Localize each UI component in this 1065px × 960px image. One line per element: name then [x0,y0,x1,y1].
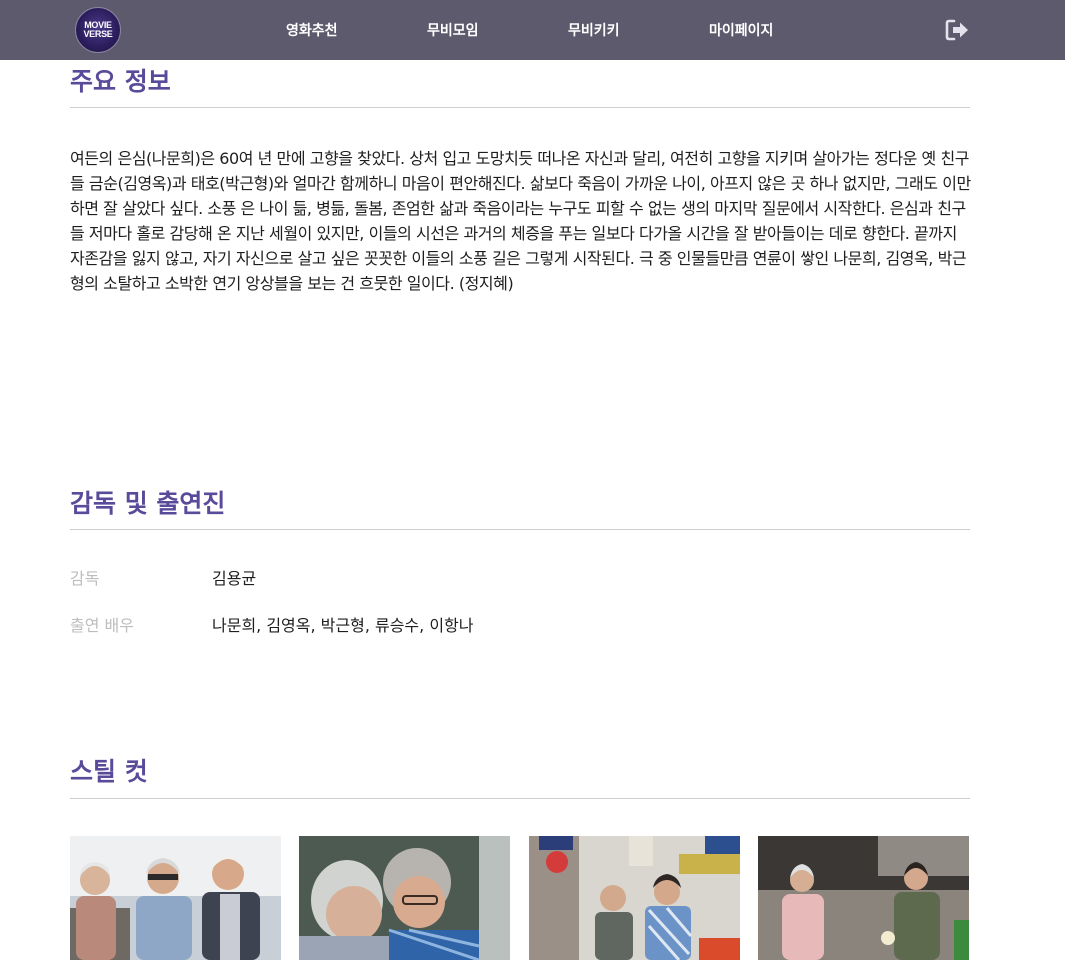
nav-item-movie-kiki[interactable]: 무비키키 [568,20,620,40]
director-label: 감독 [70,569,100,588]
nav-item-mypage[interactable]: 마이페이지 [709,20,773,40]
stills-divider [70,798,970,799]
cast-names: 나문희, 김영옥, 박근형, 류승수, 이항나 [212,616,474,635]
credits-section-title: 감독 및 출연진 [70,489,226,518]
stills-section-title: 스틸 컷 [70,757,148,786]
logo-text-line2: VERSE [83,29,113,39]
director-name: 김용균 [212,569,257,588]
top-navbar: MOVIE VERSE 영화추천 무비모임 무비키키 마이페이지 [0,0,1065,60]
movieverse-logo[interactable]: MOVIE VERSE [75,7,121,53]
synopsis-text: 여든의 은심(나문희)은 60여 년 만에 고향을 찾았다. 상처 입고 도망치… [70,149,971,293]
cast-label: 출연 배우 [70,616,134,635]
still-image-4[interactable] [758,836,969,960]
still-image-2[interactable] [299,836,510,960]
overview-divider [70,107,970,108]
nav-item-movie-recommend[interactable]: 영화추천 [286,20,338,40]
still-image-1[interactable] [70,836,281,960]
sign-out-icon[interactable] [945,19,969,41]
credits-divider [70,529,970,530]
overview-section-title: 주요 정보 [70,67,171,96]
nav-item-movie-meetup[interactable]: 무비모임 [427,20,479,40]
still-image-3[interactable] [529,836,740,960]
